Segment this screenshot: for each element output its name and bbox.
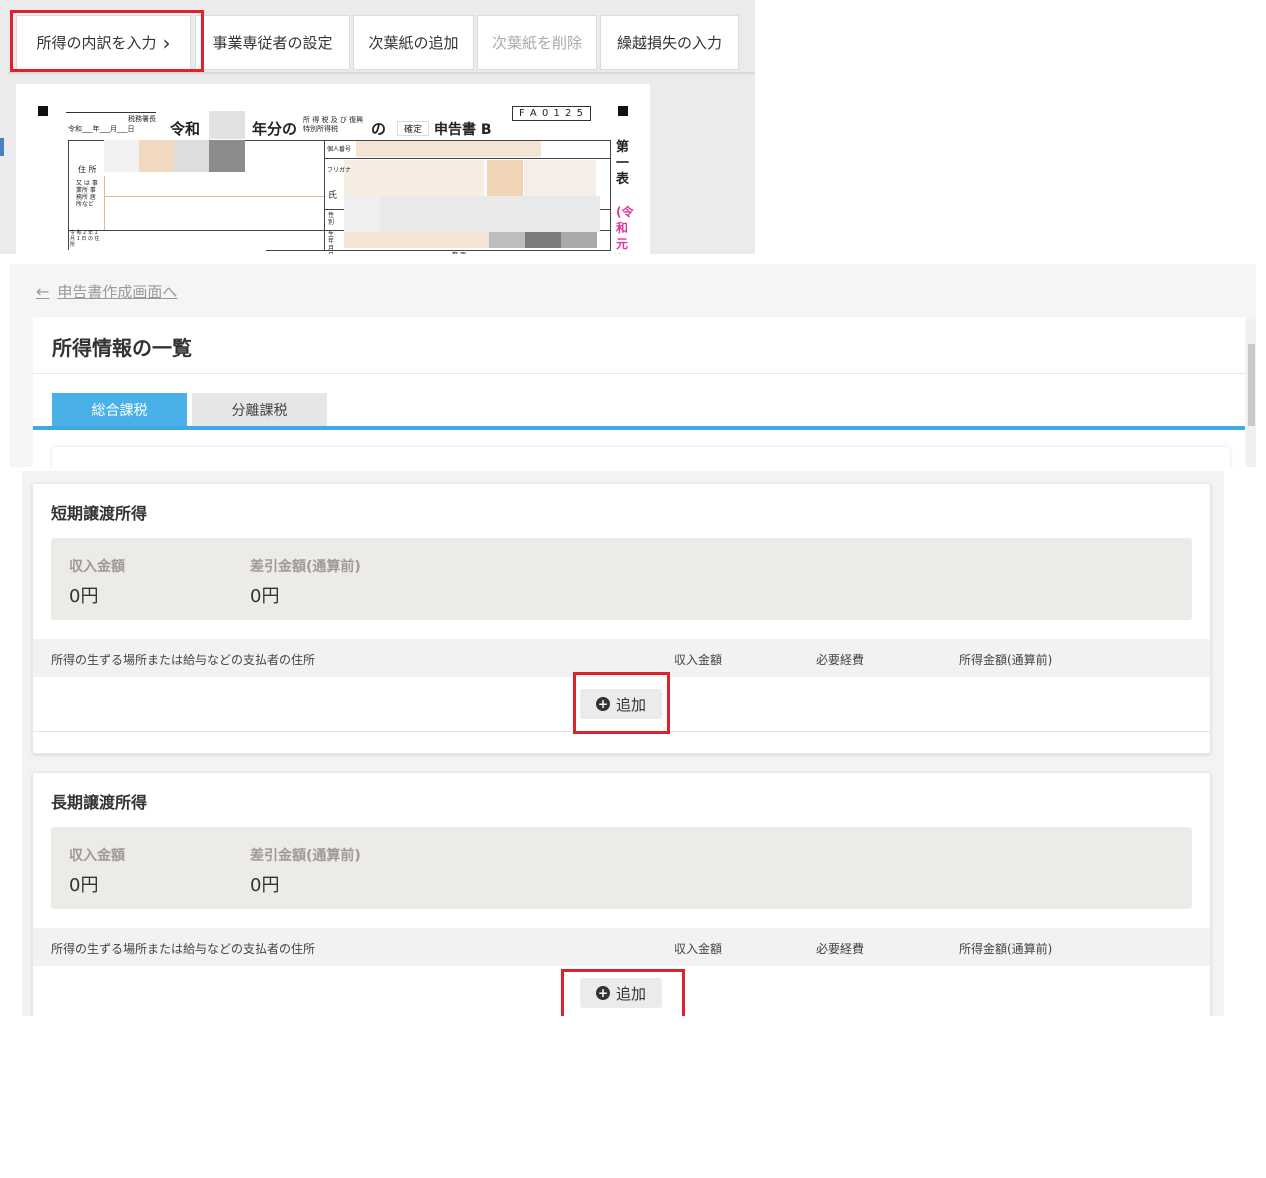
form-name: 申告書 B (434, 122, 492, 138)
back-to-form-link[interactable]: ← 申告書作成画面へ (36, 281, 177, 302)
tab-separate-taxation[interactable]: 分離課税 (192, 393, 327, 426)
family-employee-settings-button[interactable]: 事業専従者の設定 (195, 15, 350, 70)
redacted-cell (380, 196, 600, 232)
confirmed-label: 確定 (397, 121, 430, 136)
redacted-cell (344, 160, 484, 196)
income-list-card: 所得情報の一覧 総合課税 分離課税 (33, 317, 1245, 467)
back-link-label: 申告書作成画面へ (57, 283, 178, 301)
income-list-panel: ← 申告書作成画面へ 所得情報の一覧 総合課税 分離課税 (10, 264, 1256, 467)
redacted-cell (524, 160, 596, 196)
column-header-net-income: 所得金額(通算前) (959, 653, 1053, 667)
no-label: の (371, 120, 387, 138)
income-amount-value: 0円 (69, 586, 99, 607)
section-title: 短期譲渡所得 (51, 504, 148, 523)
tax-type-label: 所 得 税 及 び 復興特別所得税 (303, 116, 364, 133)
column-header-expenses: 必要経費 (816, 942, 865, 956)
column-header-income: 収入金額 (674, 653, 723, 667)
transfer-income-panel: 短期譲渡所得 収入金額 0円 差引金額(通算前) 0円 所得の生ずる場所または給… (22, 471, 1224, 1016)
tab-underline (33, 426, 1245, 430)
mynumber-label: 個人番号 (327, 146, 352, 153)
table-header: 所得の生ずる場所または給与などの支払者の住所 収入金額 必要経費 所得金額(通算… (33, 928, 1210, 966)
net-amount-label: 差引金額(通算前) (250, 848, 361, 864)
form-line (68, 140, 69, 250)
redacted-cell (344, 196, 380, 232)
net-amount-value: 0円 (250, 586, 280, 607)
form-line (325, 158, 611, 159)
redacted-cell (489, 232, 525, 248)
tax-return-form: 税務署長 令和___年___月___日 令和 年分の 所 得 税 及 び 復興特… (16, 84, 650, 254)
corner-mark (618, 106, 628, 116)
furigana-label: フリガナ (327, 167, 352, 174)
highlight-box (561, 969, 685, 1016)
page-title: 所得情報の一覧 (52, 336, 192, 360)
income-amount-label: 収入金額 (69, 848, 125, 864)
column-header-net-income: 所得金額(通算前) (959, 942, 1053, 956)
delete-next-sheet-button[interactable]: 次葉紙を削除 (477, 15, 597, 70)
tab-comprehensive-taxation[interactable]: 総合課税 (52, 393, 187, 426)
column-header-location: 所得の生ずる場所または給与などの支払者の住所 (51, 942, 316, 956)
section-card-peek (52, 447, 1230, 467)
summary-box: 収入金額 0円 差引金額(通算前) 0円 (51, 538, 1192, 620)
gender-label: 性 別 (328, 212, 335, 226)
divider (33, 373, 1245, 374)
form-line (104, 196, 324, 197)
address-alt-label: 又 は 事業所 事務所 居所など (76, 180, 98, 208)
year-suffix: 年分の (252, 120, 298, 138)
redacted-cell (487, 160, 523, 196)
date-line: 令和___年___月___日 (68, 125, 135, 133)
form-line (68, 230, 324, 231)
arrow-left-icon: ← (36, 282, 50, 301)
tax-form-preview-panel: 所得の内訳を入力 › 事業専従者の設定 次葉紙の追加 次葉紙を削除 繰越損失の入… (0, 0, 755, 254)
scrollbar-thumb[interactable] (1248, 344, 1255, 426)
redacted-cell (525, 232, 561, 248)
highlight-box (10, 10, 204, 72)
net-amount-value: 0円 (250, 875, 280, 896)
redacted-cell (104, 140, 139, 172)
tax-office-label: 税務署長 (66, 112, 156, 124)
carryforward-loss-button[interactable]: 繰越損失の入力 (600, 15, 739, 70)
column-header-location: 所得の生ずる場所または給与などの支払者の住所 (51, 653, 316, 667)
redacted-year (209, 111, 245, 139)
form-line (610, 140, 611, 250)
income-amount-value: 0円 (69, 875, 99, 896)
redacted-cell (209, 140, 245, 172)
form-code: F A 0 1 2 5 (512, 106, 591, 121)
form-line (104, 176, 105, 230)
redacted-cell (344, 232, 489, 248)
date-note: 令 和 2 年 1 月 1 日 の 住 所 (70, 230, 100, 248)
era-label: 令和 (170, 120, 201, 138)
reception-label: 整 理 (452, 250, 466, 254)
add-next-sheet-button[interactable]: 次葉紙の追加 (353, 15, 474, 70)
side-pink-label: (令和元年 (616, 205, 634, 254)
corner-mark (38, 106, 48, 116)
form-line (324, 140, 325, 250)
mynumber-boxes (356, 141, 541, 157)
net-amount-label: 差引金額(通算前) (250, 559, 361, 575)
income-amount-label: 収入金額 (69, 559, 125, 575)
form-line (266, 250, 611, 251)
birth-label: 生 年 月 日 (328, 231, 335, 254)
highlight-box (573, 672, 670, 734)
redacted-cell (174, 140, 209, 172)
summary-box: 収入金額 0円 差引金額(通算前) 0円 (51, 827, 1192, 909)
address-label: 住 所 (78, 165, 97, 174)
column-header-expenses: 必要経費 (816, 653, 865, 667)
panel-edge-marker (0, 138, 4, 156)
column-header-income: 収入金額 (674, 942, 723, 956)
name-label: 氏 (328, 191, 338, 201)
side-label: 第一表 (616, 140, 630, 187)
section-title: 長期譲渡所得 (51, 793, 148, 812)
redacted-cell (561, 232, 597, 248)
redacted-cell (139, 140, 174, 172)
